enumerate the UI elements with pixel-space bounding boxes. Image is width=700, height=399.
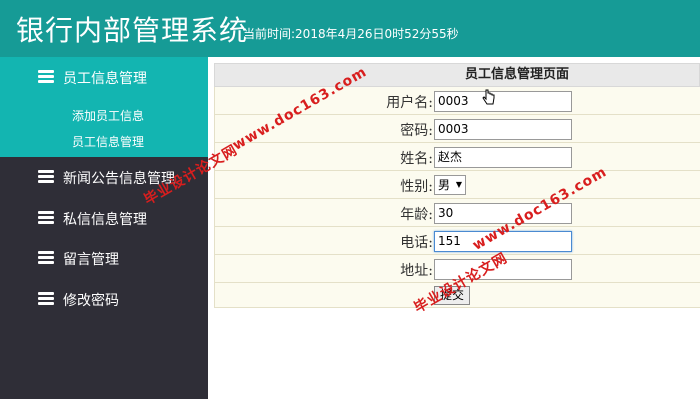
- stack-icon: [38, 251, 54, 265]
- header: 银行内部管理系统 当前时间:2018年4月26日0时52分55秒: [0, 0, 700, 57]
- current-time: 当前时间:2018年4月26日0时52分55秒: [243, 27, 459, 41]
- field-label: 年龄:: [400, 207, 433, 223]
- form-row: 年龄: 30: [214, 199, 700, 227]
- password-input[interactable]: 0003: [434, 119, 572, 140]
- sidebar: 员工信息管理 添加员工信息 员工信息管理 新闻公告信息管理 私信信息管理 留言管…: [0, 57, 208, 399]
- form-panel: 员工信息管理页面 用户名: 0003 密码: 0003 姓名: 赵杰 性别: 男…: [214, 63, 700, 308]
- sidebar-item-label: 员工信息管理: [63, 71, 147, 87]
- field-label: 性别:: [400, 179, 433, 195]
- gender-value: 男: [438, 178, 451, 192]
- stack-icon: [38, 70, 54, 84]
- field-label: 地址:: [400, 263, 433, 279]
- sidebar-item-messages[interactable]: 私信信息管理: [0, 198, 208, 238]
- submenu-add-staff[interactable]: 添加员工信息: [72, 107, 144, 124]
- name-input[interactable]: 赵杰: [434, 147, 572, 168]
- gender-select[interactable]: 男 ▼: [434, 175, 466, 195]
- username-input[interactable]: 0003: [434, 91, 572, 112]
- field-label: 电话:: [400, 235, 433, 251]
- form-row: 性别: 男 ▼: [214, 171, 700, 199]
- form-row: 电话: 151: [214, 227, 700, 255]
- stack-icon: [38, 292, 54, 306]
- panel-title: 员工信息管理页面: [214, 63, 700, 87]
- sidebar-item-comments[interactable]: 留言管理: [0, 238, 208, 278]
- stack-icon: [38, 170, 54, 184]
- main-content: 员工信息管理页面 用户名: 0003 密码: 0003 姓名: 赵杰 性别: 男…: [208, 57, 700, 399]
- dropdown-arrow-icon: ▼: [455, 180, 462, 189]
- sidebar-item-password[interactable]: 修改密码: [0, 279, 208, 319]
- app-title: 银行内部管理系统: [16, 14, 249, 47]
- sidebar-item-label: 修改密码: [63, 293, 119, 309]
- sidebar-item-staff[interactable]: 员工信息管理: [0, 57, 208, 97]
- sidebar-item-label: 私信信息管理: [63, 212, 147, 228]
- submenu: 添加员工信息 员工信息管理: [0, 97, 208, 157]
- submenu-staff-manage[interactable]: 员工信息管理: [72, 133, 144, 150]
- stack-icon: [38, 211, 54, 225]
- field-label: 姓名:: [400, 151, 433, 167]
- hand-cursor-icon: [482, 89, 495, 105]
- form-row: 姓名: 赵杰: [214, 143, 700, 171]
- sidebar-item-label: 留言管理: [63, 252, 119, 268]
